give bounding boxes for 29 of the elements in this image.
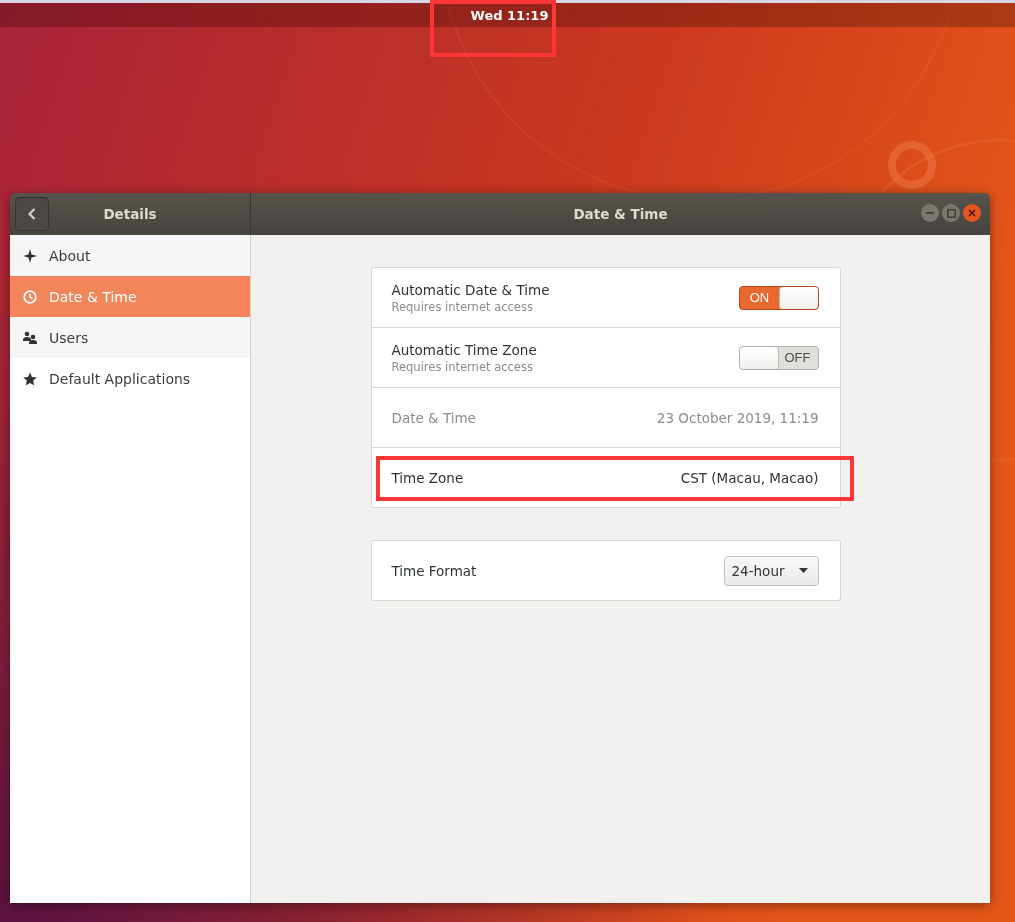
star-icon <box>23 371 37 386</box>
sparkle-icon <box>23 248 37 263</box>
clock-icon <box>23 289 37 304</box>
setting-label: Automatic Date & Time <box>391 281 550 298</box>
minimize-button[interactable] <box>921 204 939 222</box>
setting-value: CST (Macau, Macao) <box>680 469 819 486</box>
clock[interactable]: Wed 11:19 <box>470 7 549 23</box>
sidebar-item[interactable]: Users <box>10 317 250 358</box>
sidebar-title: Details <box>102 206 158 222</box>
window-title: Date & Time <box>573 206 668 222</box>
minimize-icon <box>926 212 934 214</box>
back-button[interactable] <box>15 197 49 231</box>
toggle-switch[interactable]: OFF <box>738 345 819 370</box>
caret-icon <box>798 568 808 573</box>
setting-value: 23 October 2019, 11:19 <box>656 409 819 426</box>
sidebar-item[interactable]: About <box>10 235 250 276</box>
close-button[interactable] <box>963 204 981 222</box>
format-dropdown[interactable]: 24-hour <box>723 555 819 586</box>
chevron-left-icon <box>28 208 36 220</box>
close-icon <box>968 209 976 217</box>
setting-label: Time Format <box>391 562 477 579</box>
setting-label: Automatic Time Zone <box>391 341 537 358</box>
users-icon <box>23 331 37 344</box>
setting-label: Date & Time <box>391 409 476 426</box>
setting-label: Time Zone <box>391 469 464 486</box>
setting-subtitle: Requires internet access <box>391 299 534 314</box>
maximize-icon <box>946 208 956 218</box>
maximize-button[interactable] <box>942 204 960 222</box>
setting-subtitle: Requires internet access <box>391 359 534 374</box>
